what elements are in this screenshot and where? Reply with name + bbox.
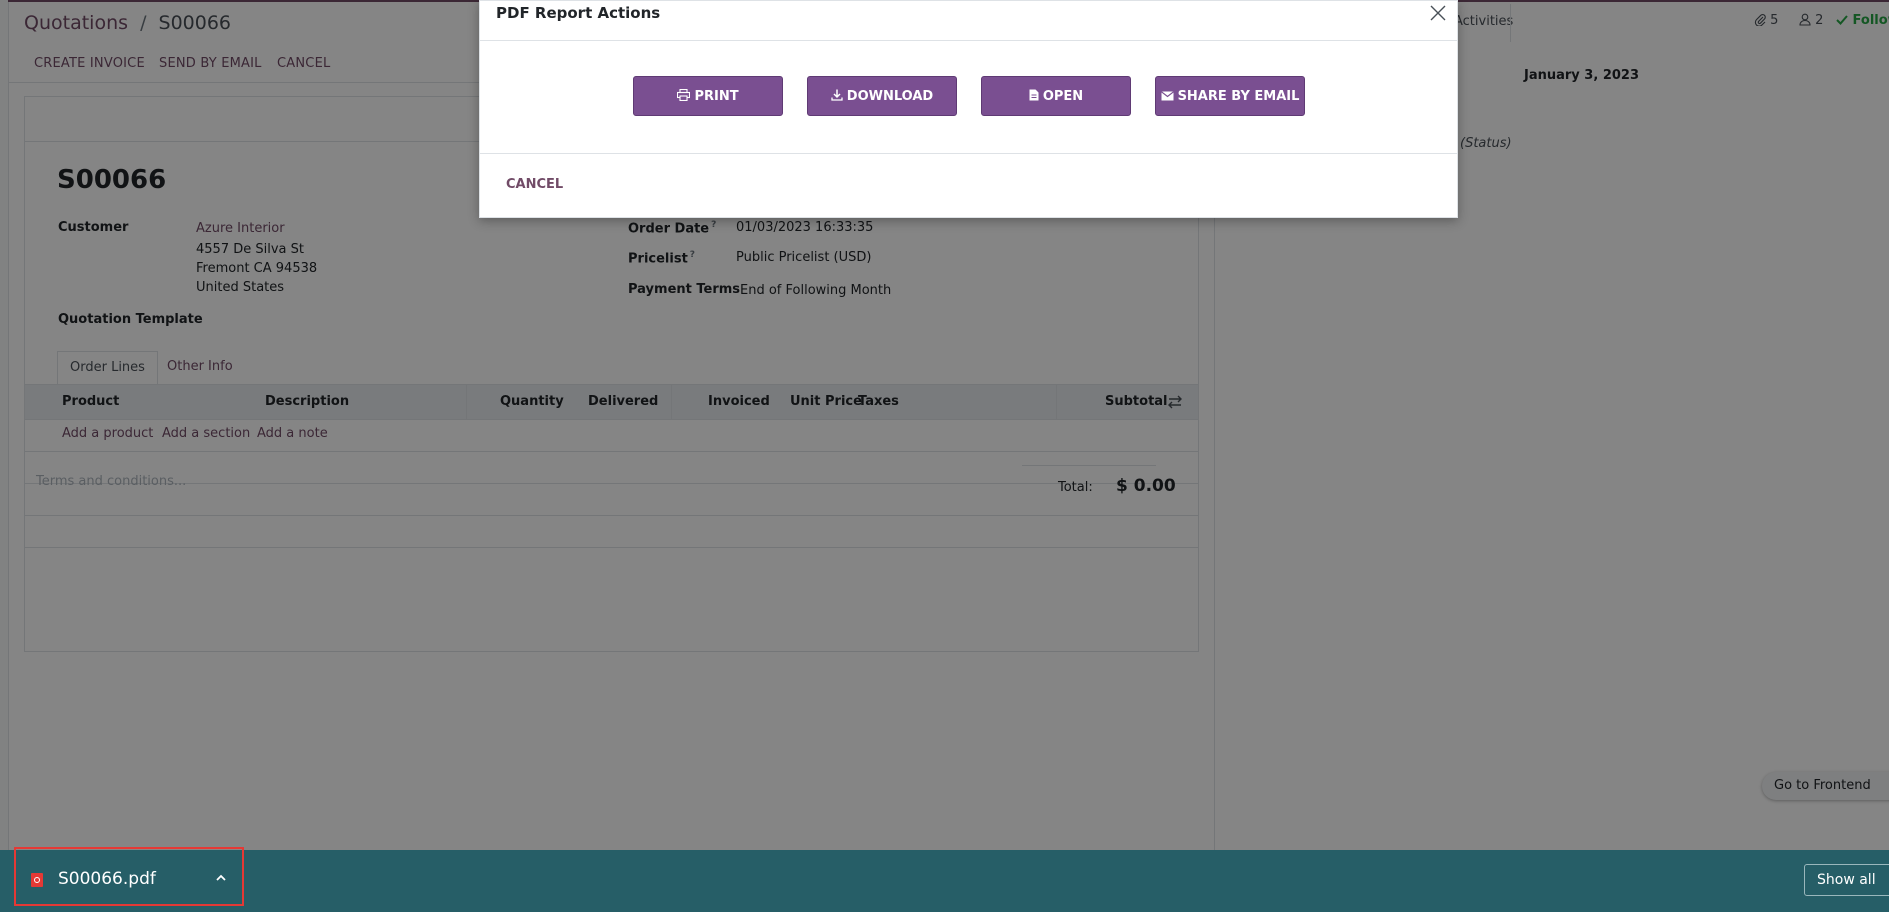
open-label: OPEN <box>1042 89 1084 104</box>
show-all-button[interactable]: Show all <box>1804 864 1889 896</box>
modal-title: PDF Report Actions <box>496 4 661 22</box>
print-label: PRINT <box>694 89 739 104</box>
modal-header: PDF Report Actions <box>480 1 1457 41</box>
share-by-email-button[interactable]: SHARE BY EMAIL <box>1155 76 1305 116</box>
download-file-name: S00066.pdf <box>58 869 156 889</box>
file-icon <box>1029 89 1039 101</box>
download-button[interactable]: DOWNLOAD <box>807 76 957 116</box>
envelope-icon <box>1160 91 1174 101</box>
download-label: DOWNLOAD <box>846 89 934 104</box>
download-shelf <box>0 850 1889 912</box>
printer-icon <box>677 89 691 101</box>
open-button[interactable]: OPEN <box>981 76 1131 116</box>
modal-body: PRINT DOWNLOAD OPEN SHARE BY EMAIL <box>480 41 1457 154</box>
chevron-up-icon[interactable] <box>214 873 228 883</box>
print-button[interactable]: PRINT <box>633 76 783 116</box>
download-item[interactable]: S00066.pdf <box>14 847 244 906</box>
pdf-report-actions-dialog: PDF Report Actions PRINT DOWNLOAD OPEN S… <box>479 0 1458 218</box>
download-icon <box>831 89 843 101</box>
close-icon[interactable] <box>1428 3 1448 23</box>
share-by-email-label: SHARE BY EMAIL <box>1177 89 1300 104</box>
modal-cancel-button[interactable]: CANCEL <box>506 177 563 192</box>
pdf-file-icon <box>31 873 43 887</box>
